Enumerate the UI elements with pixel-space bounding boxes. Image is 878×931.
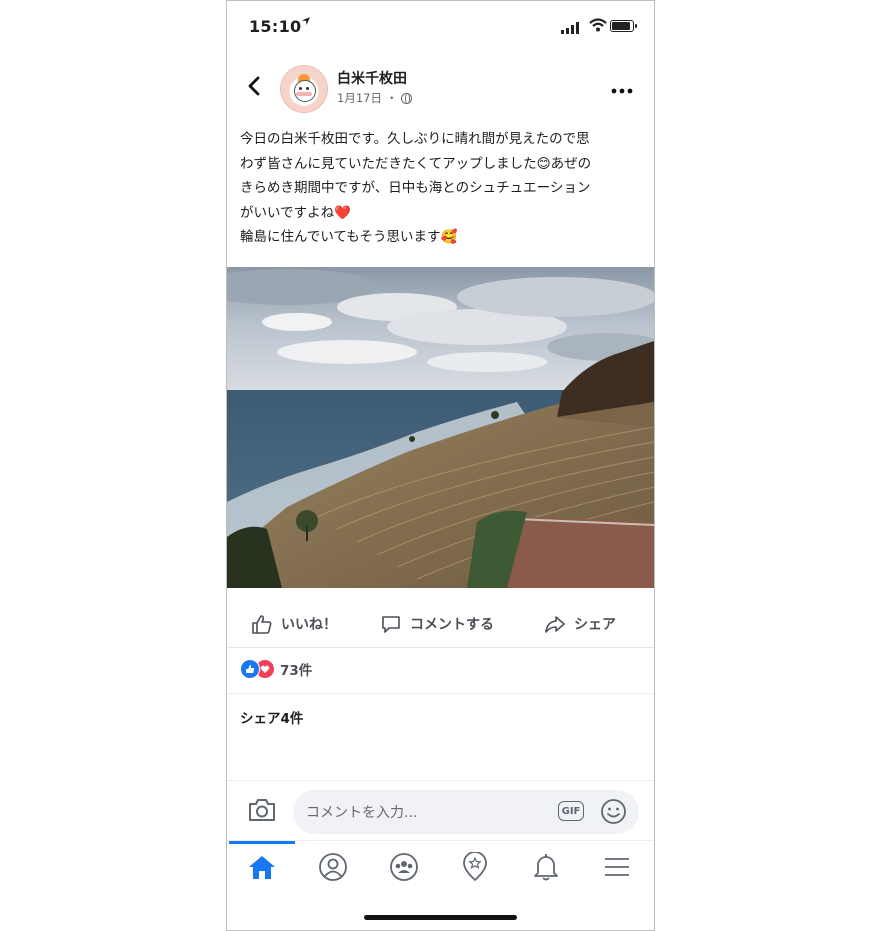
gif-button[interactable]: GIF [558, 801, 584, 821]
post-line: がいいですよね❤️ [240, 204, 351, 221]
page-name[interactable]: 白米千枚田 [337, 68, 407, 88]
profile-icon [319, 853, 347, 881]
avatar[interactable] [280, 65, 328, 113]
back-button[interactable] [239, 71, 269, 105]
comment-label: コメントする [410, 617, 494, 633]
home-indicator[interactable] [364, 915, 517, 920]
camera-icon [249, 799, 275, 821]
status-bar: 15:10 [227, 1, 654, 53]
post-actions: いいね！ コメントする シェア [227, 603, 654, 648]
like-label: いいね！ [281, 617, 337, 633]
location-arrow-icon [301, 15, 311, 29]
post-photo[interactable] [227, 267, 654, 588]
share-arrow-icon [545, 616, 565, 633]
tab-profile[interactable] [298, 841, 368, 893]
post-text: 今日の白米千枚田です。久しぶりに晴れ間が見えたので思 わず皆さんに見ていただきた… [240, 127, 642, 250]
tab-notifications[interactable] [511, 841, 581, 893]
comment-button[interactable]: コメントする [380, 613, 494, 635]
home-icon [249, 856, 275, 879]
signal-icon [561, 19, 581, 38]
bell-icon [534, 854, 558, 881]
like-button[interactable]: いいね！ [251, 613, 337, 635]
thumbs-up-icon [252, 615, 272, 634]
chevron-left-icon [248, 76, 260, 96]
camera-button[interactable] [247, 797, 277, 827]
divider [227, 693, 654, 694]
tab-home[interactable] [227, 841, 297, 893]
tab-groups[interactable] [369, 841, 439, 893]
more-options-button[interactable] [611, 75, 633, 99]
post-line: 今日の白米千枚田です。久しぶりに晴れ間が見えたので思 [240, 131, 590, 147]
post-line: きらめき期間中ですが、日中も海とのシュチュエーション [240, 180, 591, 196]
reaction-count: 73件 [280, 663, 313, 679]
share-button[interactable]: シェア [544, 613, 616, 635]
post-meta: 1月17日 ・ [337, 90, 413, 106]
like-reaction-icon [240, 659, 260, 679]
post-line: わず皆さんに見ていただきたくてアップしました😊あぜの [240, 155, 592, 172]
meta-separator: ・ [385, 91, 398, 105]
comment-icon [382, 616, 400, 633]
globe-icon [401, 92, 413, 104]
menu-icon [605, 858, 629, 876]
pages-icon [463, 852, 487, 882]
reactions-summary[interactable]: 73件 [240, 659, 312, 679]
post-line: 輪島に住んでいてもそう思います🥰 [240, 229, 458, 245]
status-time: 15:10 [249, 17, 302, 36]
share-count[interactable]: シェア4件 [240, 707, 303, 727]
smiley-icon [601, 799, 626, 824]
comment-placeholder: コメントを入力... [306, 805, 418, 821]
tab-pages[interactable] [440, 841, 510, 893]
comment-bar: コメントを入力... GIF [227, 780, 654, 841]
comment-input[interactable]: コメントを入力... GIF [293, 790, 639, 834]
more-dots-icon [611, 88, 633, 94]
groups-icon [390, 853, 418, 881]
phone-screen: 15:10 白米千枚田 1月17日 ・ 今日の白米千枚田です。久しぶりに晴れ間が… [226, 0, 655, 931]
wifi-icon [589, 17, 607, 36]
tab-menu[interactable] [582, 841, 652, 893]
battery-icon [610, 20, 637, 32]
post-date[interactable]: 1月17日 [337, 90, 382, 106]
share-label: シェア [574, 617, 616, 633]
emoji-button[interactable] [600, 798, 627, 829]
